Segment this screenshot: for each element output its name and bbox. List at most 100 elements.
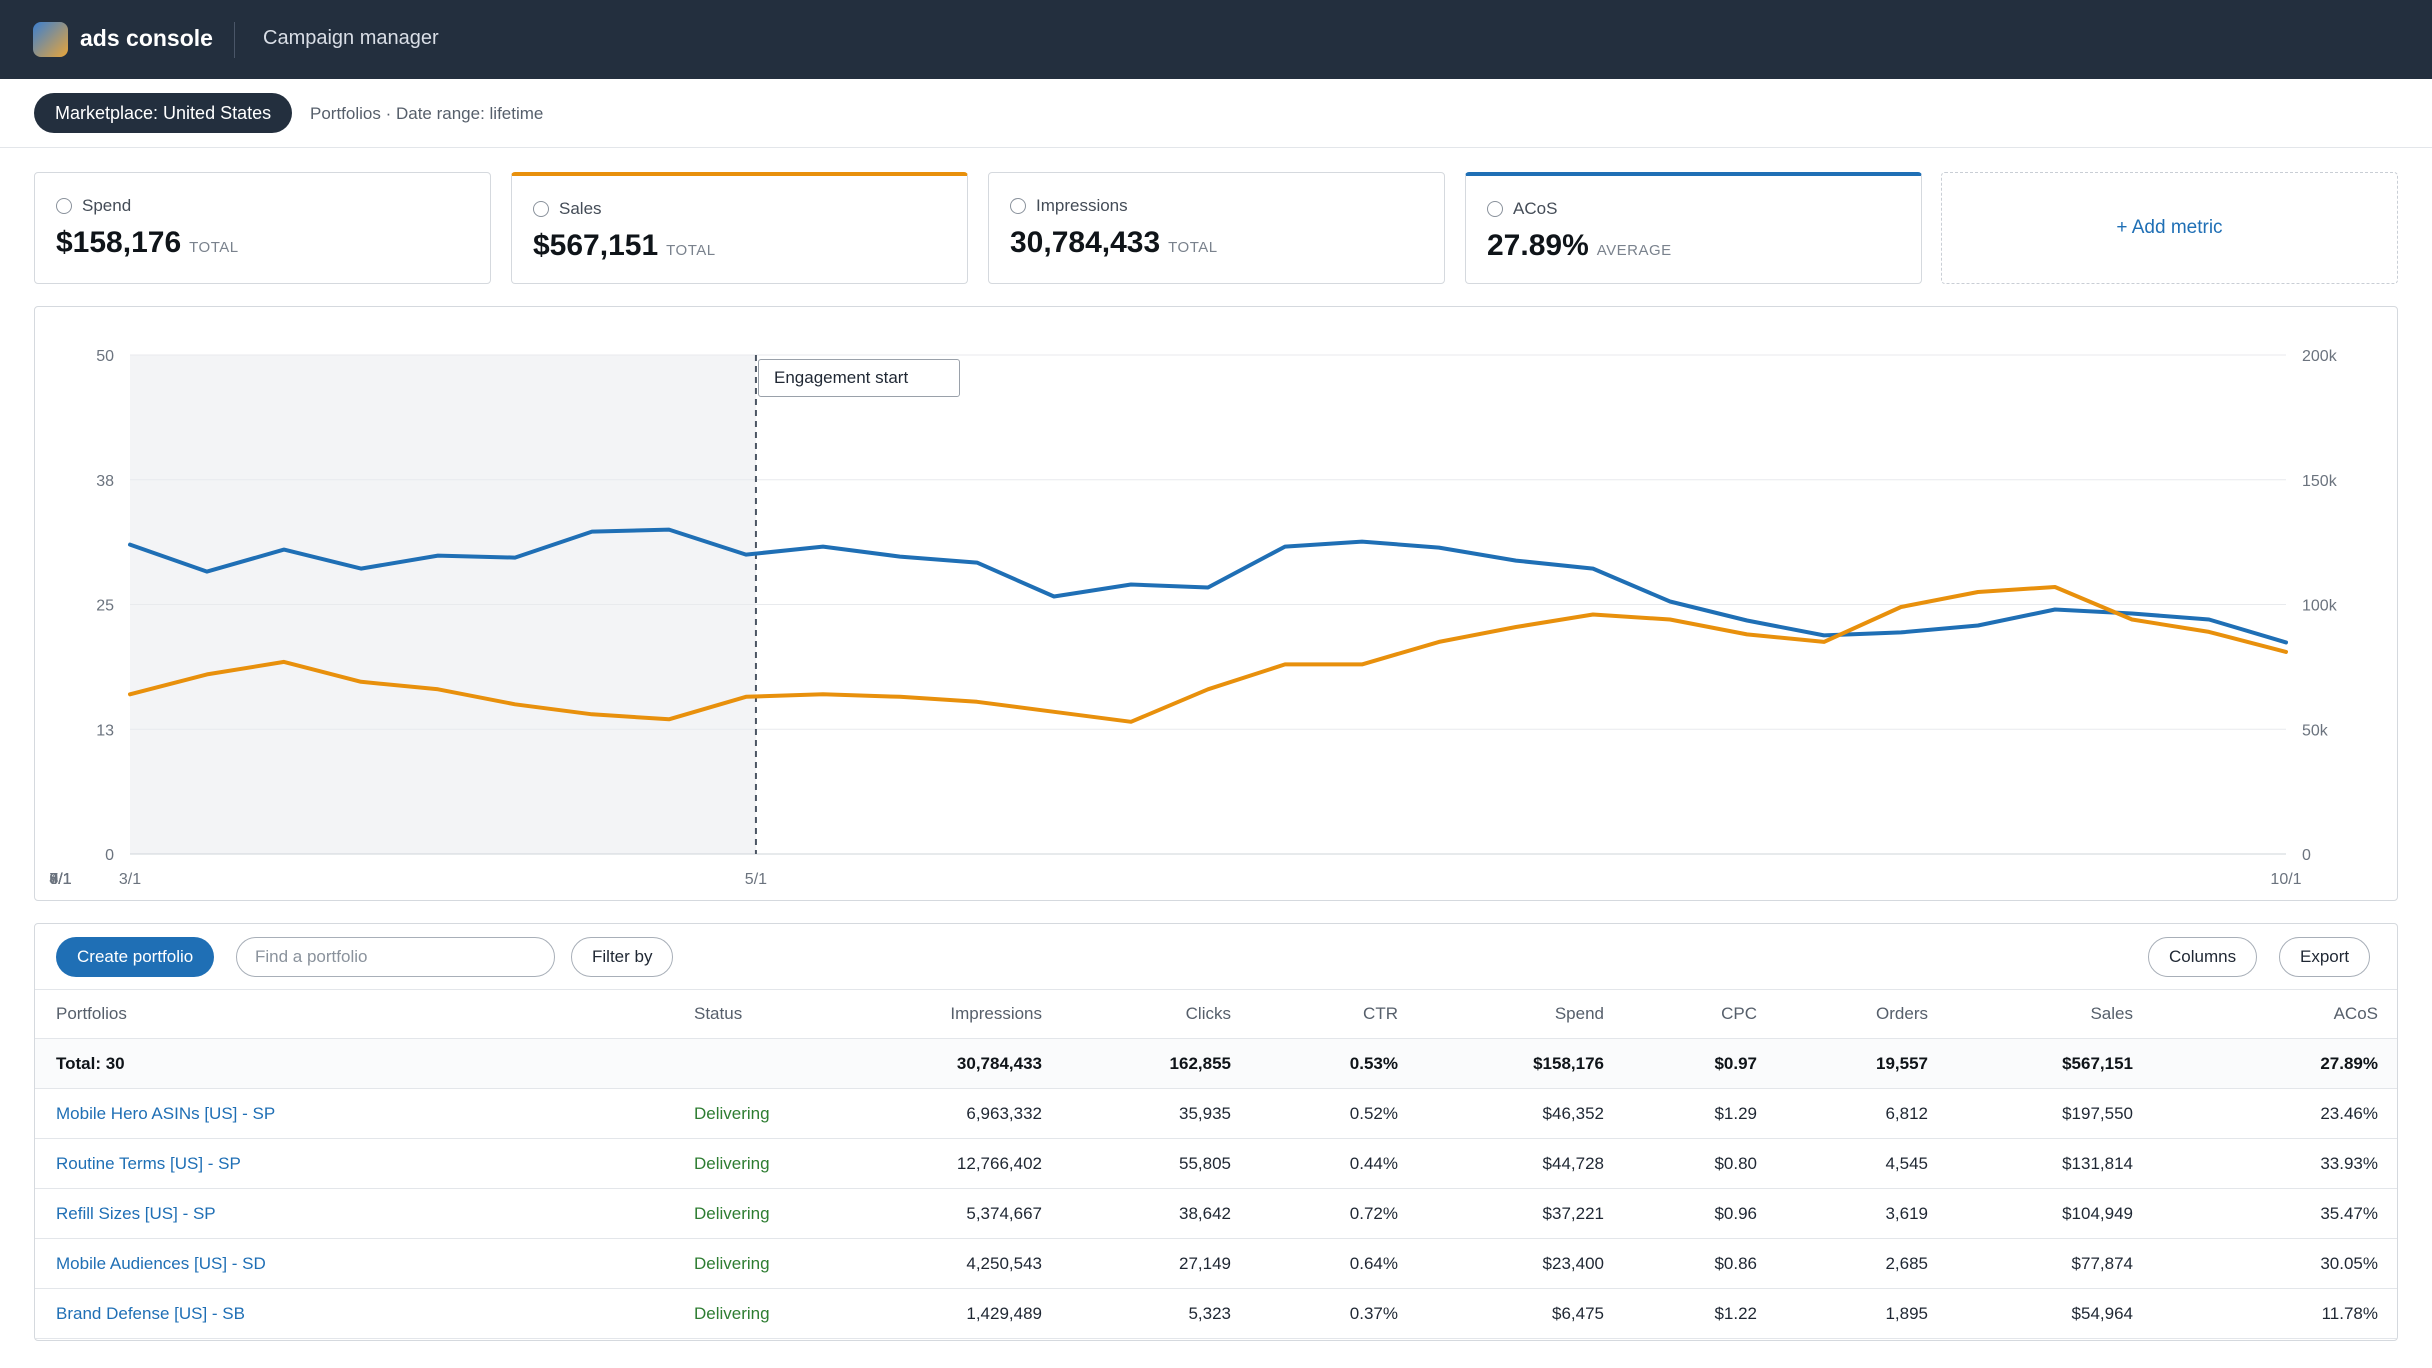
column-header-portfolios[interactable]: Portfolios bbox=[35, 989, 673, 1039]
table-header-row: Portfolios Status Impressions Clicks CTR… bbox=[35, 989, 2397, 1039]
table-cell: 0.44% bbox=[1252, 1138, 1419, 1189]
table-row[interactable]: Routine Terms [US] - SP Delivering 12,766,… bbox=[35, 1138, 2397, 1189]
status-cell: Delivering bbox=[673, 1088, 853, 1139]
column-header-impressions[interactable]: Impressions bbox=[853, 989, 1063, 1039]
app-name[interactable]: Campaign manager bbox=[263, 27, 439, 50]
breadcrumb: Portfolios · Date range: lifetime bbox=[310, 104, 544, 123]
app-logo-icon[interactable] bbox=[33, 22, 68, 57]
total-cell: 162,855 bbox=[1063, 1038, 1252, 1089]
right-axis-tick-label: 200k bbox=[2302, 348, 2338, 365]
metric-label: Impressions bbox=[1036, 196, 1128, 215]
total-cell: $158,176 bbox=[1419, 1038, 1625, 1089]
table-cell: $46,352 bbox=[1419, 1088, 1625, 1139]
portfolio-table-panel: Create portfolio Filter by Columns Expor… bbox=[34, 923, 2398, 1341]
column-header-clicks[interactable]: Clicks bbox=[1063, 989, 1252, 1039]
radio-icon[interactable] bbox=[1487, 201, 1503, 217]
metric-label: ACoS bbox=[1513, 199, 1558, 218]
total-cell: Total: 30 bbox=[35, 1038, 673, 1089]
table-row[interactable]: Mobile Hero ASINs [US] - SP Delivering 6,9… bbox=[35, 1088, 2397, 1139]
table-cell: 0.37% bbox=[1252, 1288, 1419, 1339]
column-header-ctr[interactable]: CTR bbox=[1252, 989, 1419, 1039]
right-axis-tick-label: 0 bbox=[2302, 847, 2311, 864]
portfolio-table: Portfolios Status Impressions Clicks CTR… bbox=[35, 989, 2397, 1339]
metric-suffix: AVERAGE bbox=[1596, 242, 1672, 259]
table-cell: 1,895 bbox=[1778, 1288, 1949, 1339]
metric-card-impressions[interactable]: Impressions 30,784,433 TOTAL bbox=[988, 172, 1445, 284]
right-axis-tick-label: 100k bbox=[2302, 598, 2338, 615]
metric-value: $158,176 bbox=[56, 226, 182, 259]
table-cell: 2,685 bbox=[1778, 1238, 1949, 1289]
portfolio-search-input[interactable] bbox=[236, 937, 555, 977]
table-cell: 33.93% bbox=[2154, 1138, 2397, 1189]
performance-chart: 0 0 13 50k 25 100k 38 150k 50 200k 3/1 4/1 5/1 6/1 7/1… bbox=[34, 306, 2398, 901]
total-cell: 0.53% bbox=[1252, 1038, 1419, 1089]
table-row[interactable]: Mobile Audiences [US] - SD Delivering 4,25… bbox=[35, 1238, 2397, 1289]
portfolio-name-link[interactable]: Mobile Audiences [US] - SD bbox=[35, 1238, 673, 1289]
metric-suffix: TOTAL bbox=[666, 242, 716, 259]
metric-value: 30,784,433 bbox=[1010, 226, 1161, 259]
table-cell: 1,429,489 bbox=[853, 1288, 1063, 1339]
export-button[interactable]: Export bbox=[2279, 937, 2371, 977]
table-cell: 23.46% bbox=[2154, 1088, 2397, 1139]
top-navigation-bar: ads console Campaign manager bbox=[0, 0, 2432, 79]
right-axis-tick-label: 50k bbox=[2302, 722, 2329, 739]
left-axis-tick-label: 0 bbox=[105, 847, 114, 864]
table-cell: 6,812 bbox=[1778, 1088, 1949, 1139]
column-header-spend[interactable]: Spend bbox=[1419, 989, 1625, 1039]
table-cell: 5,323 bbox=[1063, 1288, 1252, 1339]
table-row[interactable]: Refill Sizes [US] - SP Delivering 5,374,66… bbox=[35, 1188, 2397, 1239]
brand-name[interactable]: ads console bbox=[80, 25, 213, 52]
status-cell: Delivering bbox=[673, 1288, 853, 1339]
table-cell: 5,374,667 bbox=[853, 1188, 1063, 1239]
table-cell: 11.78% bbox=[2154, 1288, 2397, 1339]
x-axis-tick-label: 9/1 bbox=[49, 871, 71, 888]
metric-value: 27.89% bbox=[1487, 229, 1589, 262]
chart-canvas: 0 013 50k25 100k38 150k50 200k3/14/1 5/16/17/1… bbox=[49, 348, 2338, 888]
add-metric-button[interactable]: + Add metric bbox=[1941, 172, 2398, 284]
table-cell: $54,964 bbox=[1949, 1288, 2154, 1339]
total-cell: 27.89% bbox=[2154, 1038, 2397, 1089]
filter-by-button[interactable]: Filter by bbox=[571, 937, 674, 977]
create-portfolio-button[interactable]: Create portfolio bbox=[56, 937, 215, 977]
column-header-acos[interactable]: ACoS bbox=[2154, 989, 2397, 1039]
metric-label: Sales bbox=[559, 199, 602, 218]
column-header-orders[interactable]: Orders bbox=[1778, 989, 1949, 1039]
table-cell: $37,221 bbox=[1419, 1188, 1625, 1239]
metric-card-sales[interactable]: Sales $567,151 TOTAL bbox=[511, 172, 968, 284]
table-cell: $0.86 bbox=[1625, 1238, 1778, 1289]
table-cell: $0.80 bbox=[1625, 1138, 1778, 1189]
left-axis-tick-label: 38 bbox=[96, 473, 114, 490]
metric-suffix: TOTAL bbox=[189, 239, 239, 256]
radio-icon[interactable] bbox=[533, 201, 549, 217]
marketplace-selector[interactable]: Marketplace: United States bbox=[34, 93, 293, 133]
chart-annotation: Engagement start bbox=[758, 359, 960, 397]
table-row[interactable]: Brand Defense [US] - SB Delivering 1,429,4… bbox=[35, 1288, 2397, 1339]
left-axis-tick-label: 25 bbox=[96, 598, 114, 615]
portfolio-name-link[interactable]: Mobile Hero ASINs [US] - SP bbox=[35, 1088, 673, 1139]
table-cell: $197,550 bbox=[1949, 1088, 2154, 1139]
table-cell: 38,642 bbox=[1063, 1188, 1252, 1239]
portfolio-name-link[interactable]: Brand Defense [US] - SB bbox=[35, 1288, 673, 1339]
columns-button[interactable]: Columns bbox=[2148, 937, 2258, 977]
total-cell bbox=[673, 1038, 853, 1089]
radio-icon[interactable] bbox=[56, 198, 72, 214]
table-cell: $23,400 bbox=[1419, 1238, 1625, 1289]
x-axis-tick-label: 5/1 bbox=[745, 871, 767, 888]
total-cell: 19,557 bbox=[1778, 1038, 1949, 1089]
table-cell: $104,949 bbox=[1949, 1188, 2154, 1239]
table-cell: $1.22 bbox=[1625, 1288, 1778, 1339]
table-cell: $1.29 bbox=[1625, 1088, 1778, 1139]
metric-label: Spend bbox=[82, 196, 132, 215]
column-header-cpc[interactable]: CPC bbox=[1625, 989, 1778, 1039]
portfolio-name-link[interactable]: Routine Terms [US] - SP bbox=[35, 1138, 673, 1189]
radio-icon[interactable] bbox=[1010, 198, 1026, 214]
metric-card-acos[interactable]: ACoS 27.89% AVERAGE bbox=[1465, 172, 1922, 284]
portfolio-name-link[interactable]: Refill Sizes [US] - SP bbox=[35, 1188, 673, 1239]
table-cell: 4,250,543 bbox=[853, 1238, 1063, 1289]
column-header-status[interactable]: Status bbox=[673, 989, 853, 1039]
table-cell: 0.72% bbox=[1252, 1188, 1419, 1239]
table-cell: 12,766,402 bbox=[853, 1138, 1063, 1189]
metric-card-spend[interactable]: Spend $158,176 TOTAL bbox=[34, 172, 491, 284]
table-cell: 0.64% bbox=[1252, 1238, 1419, 1289]
column-header-sales[interactable]: Sales bbox=[1949, 989, 2154, 1039]
